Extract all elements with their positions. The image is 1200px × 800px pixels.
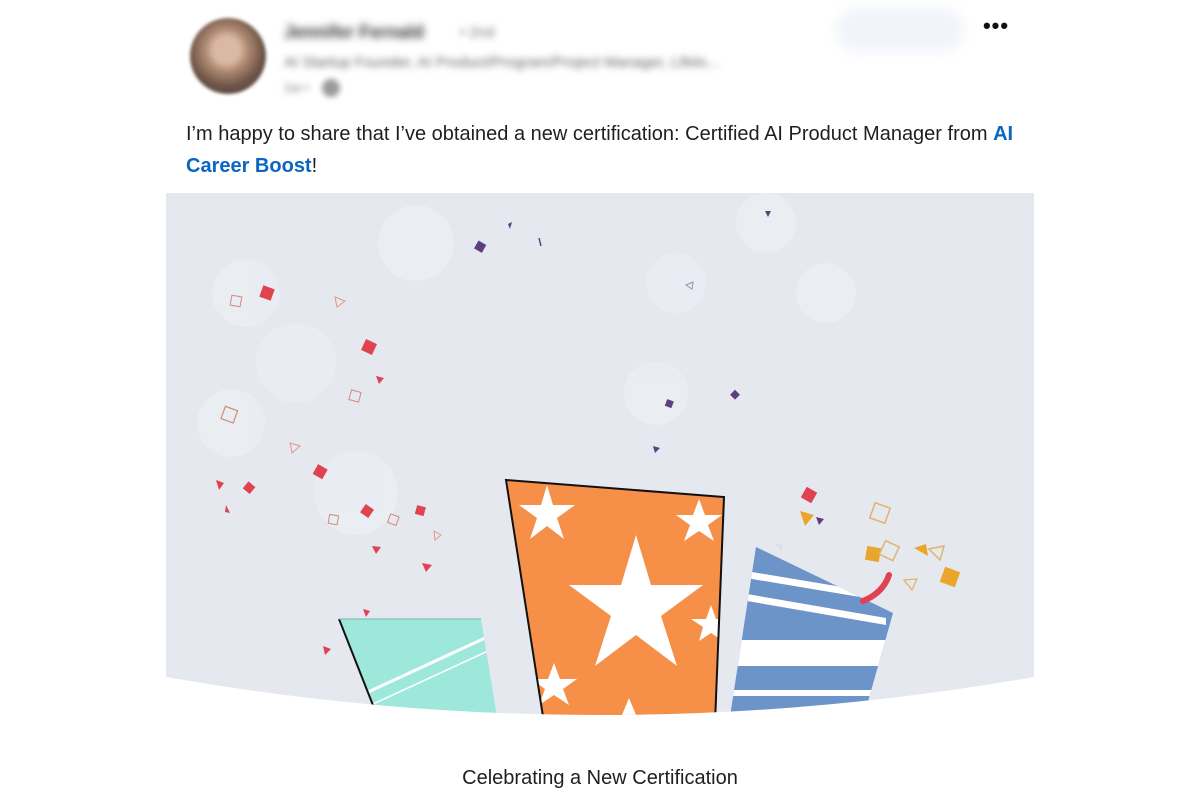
globe-icon bbox=[322, 79, 340, 97]
image-caption: Celebrating a New Certification bbox=[462, 767, 738, 789]
more-options-icon[interactable]: ••• bbox=[976, 12, 1016, 40]
avatar[interactable] bbox=[190, 18, 266, 94]
celebration-illustration bbox=[166, 193, 1034, 715]
author-name[interactable]: Jennifer Fernald bbox=[284, 22, 424, 43]
celebration-image[interactable]: Celebrating a New Certification bbox=[166, 193, 1034, 733]
post-timestamp: 1w • bbox=[284, 80, 309, 95]
gift-box-teal-icon bbox=[338, 618, 498, 715]
post-text-body: I’m happy to share that I’ve obtained a … bbox=[186, 123, 994, 145]
post-text: I’m happy to share that I’ve obtained a … bbox=[186, 118, 1046, 182]
post-header: Jennifer Fernald • 2nd AI Startup Founde… bbox=[0, 0, 1200, 110]
connection-degree: • 2nd bbox=[460, 24, 495, 41]
follow-button[interactable] bbox=[836, 8, 964, 52]
post-text-end: ! bbox=[311, 155, 318, 177]
author-headline: AI Startup Founder, AI Product/Program/P… bbox=[284, 54, 720, 71]
